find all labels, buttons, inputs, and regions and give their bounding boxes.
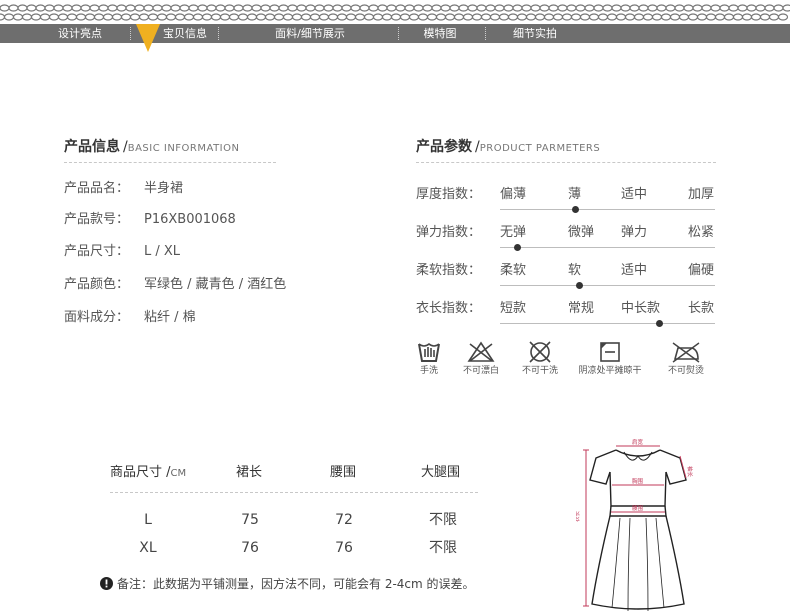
divider bbox=[64, 162, 276, 163]
param-option: 加厚 bbox=[688, 187, 715, 202]
info-row-color: 产品颜色： 军绿色 / 藏青色 / 酒红色 bbox=[64, 277, 287, 292]
param-scale-line bbox=[500, 323, 715, 324]
table-cell: 不限 bbox=[429, 512, 457, 528]
param-option: 无弹 bbox=[500, 225, 527, 240]
nav-separator bbox=[485, 27, 486, 40]
care-label: 不可熨烫 bbox=[667, 366, 704, 376]
param-label: 弹力指数： bbox=[416, 225, 482, 240]
info-row-size: 产品尺寸： L / XL bbox=[64, 244, 181, 259]
param-option: 弹力 bbox=[621, 225, 648, 240]
info-section-title: 产品信息/BASIC INFORMATION bbox=[64, 139, 240, 155]
size-table-header-length: 裙长 bbox=[236, 465, 263, 480]
param-selected-dot bbox=[572, 206, 579, 213]
size-table-unit: CM bbox=[170, 468, 187, 479]
active-nav-marker-icon bbox=[136, 24, 160, 52]
info-row-fabric: 面料成分： 粘纤 / 棉 bbox=[64, 310, 196, 325]
info-value: 粘纤 / 棉 bbox=[144, 310, 196, 325]
size-table-header-size: 商品尺寸 /CM bbox=[110, 465, 187, 480]
table-cell: 75 bbox=[241, 512, 259, 528]
no-bleach-icon bbox=[467, 341, 495, 362]
param-scale-line bbox=[500, 285, 715, 286]
params-section-title: 产品参数/PRODUCT PARMETERS bbox=[416, 139, 601, 155]
diagram-label-sleeve: 袖长 bbox=[686, 466, 694, 478]
param-option: 中长款 bbox=[621, 301, 661, 316]
param-option: 适中 bbox=[621, 187, 648, 202]
care-label: 不可干洗 bbox=[521, 366, 558, 376]
param-option: 微弹 bbox=[568, 225, 595, 240]
info-row-name: 产品品名： 半身裙 bbox=[64, 181, 184, 196]
diagram-label-chest: 胸围 bbox=[632, 477, 644, 485]
care-dry-flat: 阴凉处平摊晾干 bbox=[575, 340, 645, 377]
param-option: 适中 bbox=[621, 263, 648, 278]
diagram-labels: 肩宽 胸围 腰围 袖长 衣长 bbox=[576, 438, 694, 522]
param-option: 松紧 bbox=[688, 225, 715, 240]
dry-flat-shade-icon bbox=[600, 342, 620, 362]
size-table-header-waist: 腰围 bbox=[330, 465, 357, 480]
table-cell: 不限 bbox=[429, 540, 457, 556]
diagram-label-length: 衣长 bbox=[576, 510, 581, 522]
params-section-subtitle: PRODUCT PARMETERS bbox=[479, 143, 601, 154]
param-label: 衣长指数： bbox=[416, 301, 482, 316]
nav-separator bbox=[398, 27, 399, 40]
hand-wash-icon bbox=[418, 343, 440, 362]
table-cell: 76 bbox=[241, 540, 259, 556]
info-value: P16XB001068 bbox=[144, 212, 236, 227]
param-label: 厚度指数： bbox=[416, 187, 482, 202]
nav-bar: 设计亮点 宝贝信息 面料/细节展示 模特图 细节实拍 bbox=[0, 24, 790, 43]
info-value: 半身裙 bbox=[144, 181, 184, 196]
param-option: 软 bbox=[568, 263, 582, 278]
divider bbox=[416, 162, 716, 163]
care-no-iron: 不可熨烫 bbox=[651, 340, 721, 377]
chain-border-decoration bbox=[0, 4, 790, 21]
param-selected-dot bbox=[514, 244, 521, 251]
care-label: 阴凉处平摊晾干 bbox=[578, 366, 642, 376]
nav-separator bbox=[218, 27, 219, 40]
size-table-header-thigh: 大腿围 bbox=[421, 465, 461, 480]
param-option: 薄 bbox=[568, 187, 582, 202]
nav-item-design-highlights[interactable]: 设计亮点 bbox=[40, 24, 120, 43]
param-scale-line bbox=[500, 247, 715, 248]
no-dry-clean-icon bbox=[529, 341, 551, 363]
nav-item-detail-photos[interactable]: 细节实拍 bbox=[500, 24, 570, 43]
info-section-subtitle: BASIC INFORMATION bbox=[127, 143, 240, 154]
table-cell: 76 bbox=[335, 540, 353, 556]
param-option: 偏薄 bbox=[500, 187, 527, 202]
info-row-style-number: 产品款号： P16XB001068 bbox=[64, 212, 236, 227]
param-option: 柔软 bbox=[500, 263, 527, 278]
nav-item-model-photos[interactable]: 模特图 bbox=[410, 24, 470, 43]
info-value: 军绿色 / 藏青色 / 酒红色 bbox=[144, 277, 287, 292]
param-option: 长款 bbox=[688, 301, 715, 316]
param-option: 常规 bbox=[568, 301, 595, 316]
info-value: L / XL bbox=[144, 244, 181, 259]
no-iron-icon bbox=[672, 342, 700, 363]
diagram-label-waist: 腰围 bbox=[632, 505, 644, 512]
diagram-label-shoulder: 肩宽 bbox=[632, 438, 644, 446]
care-no-dry-clean: 不可干洗 bbox=[505, 340, 575, 377]
table-cell: XL bbox=[139, 540, 157, 556]
param-selected-dot bbox=[576, 282, 583, 289]
param-scale-line bbox=[500, 209, 715, 210]
warning-icon bbox=[100, 577, 113, 590]
divider bbox=[110, 492, 478, 493]
nav-separator bbox=[130, 27, 131, 40]
nav-item-fabric-details[interactable]: 面料/细节展示 bbox=[255, 24, 365, 43]
table-cell: 72 bbox=[335, 512, 353, 528]
table-cell: L bbox=[144, 512, 152, 528]
measurement-note: 备注：此数据为平铺测量，因方法不同，可能会有 2-4cm 的误差。 bbox=[100, 576, 475, 592]
param-option: 短款 bbox=[500, 301, 527, 316]
param-selected-dot bbox=[656, 320, 663, 327]
param-option: 偏硬 bbox=[688, 263, 715, 278]
param-label: 柔软指数： bbox=[416, 263, 482, 278]
dress-measurement-diagram: 肩宽 胸围 腰围 袖长 衣长 bbox=[576, 438, 694, 612]
